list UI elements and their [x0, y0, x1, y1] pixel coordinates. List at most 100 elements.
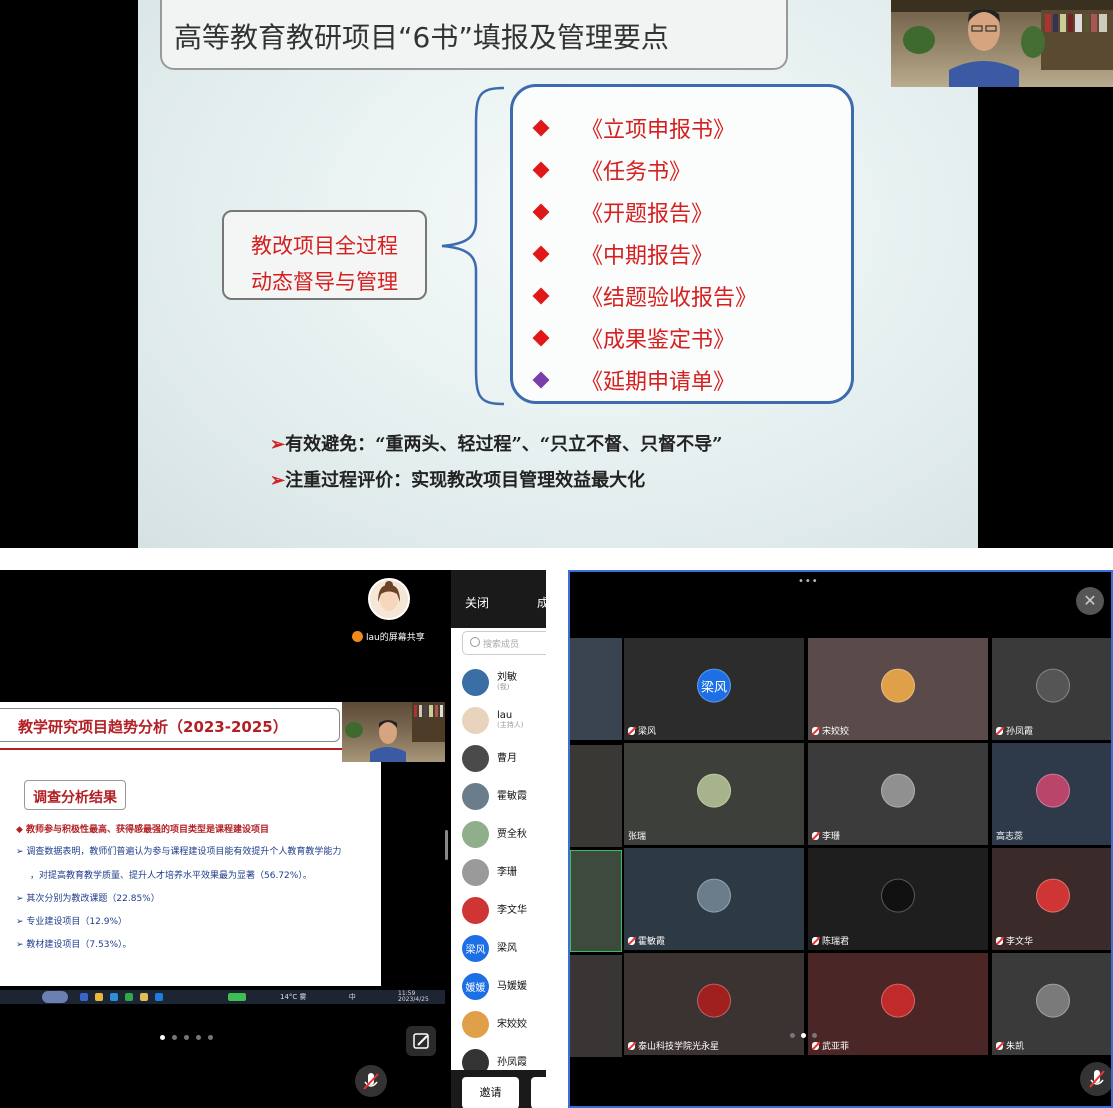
page-dot[interactable]	[160, 1035, 165, 1040]
member-row[interactable]: 贾全秋	[462, 819, 527, 849]
close-members-button[interactable]: 关闭	[465, 594, 489, 611]
participant-tile[interactable]: 李珊	[808, 743, 988, 845]
member-info: lau (主持人)	[497, 710, 523, 730]
participant-name: 高志蕊	[996, 832, 1024, 842]
taskbar-explorer-icon[interactable]	[95, 993, 103, 1001]
shared-line-6: ➢ 教材建设项目（7.53%）。	[16, 940, 132, 950]
participant-name: 泰山科技学院光永星	[638, 1042, 720, 1052]
windows-taskbar: 14°C 雾 中 11:59 2023/4/25	[0, 990, 445, 1004]
participant-tile[interactable]: 孙凤霞	[992, 638, 1111, 740]
partial-tile[interactable]	[570, 955, 622, 1057]
partial-tile[interactable]	[570, 850, 622, 952]
taskbar-language[interactable]: 中	[349, 993, 356, 1001]
more-button[interactable]	[531, 1077, 546, 1108]
participant-label: 朱凯	[996, 1039, 1024, 1052]
process-box: 教改项目全过程 动态督导与管理	[222, 210, 427, 300]
mute-button[interactable]	[1080, 1062, 1111, 1096]
participant-tile[interactable]: 李文华	[992, 848, 1111, 950]
sharer-avatar[interactable]	[368, 578, 410, 620]
page-dot[interactable]	[196, 1035, 201, 1040]
participant-label: 陈瑞君	[812, 934, 849, 947]
mic-muted-icon	[996, 726, 1003, 735]
diamond-bullet-icon	[532, 287, 550, 305]
page-dot[interactable]	[184, 1035, 189, 1040]
bullet-avoid-text: 有效避免：“重两头、轻过程”、“只立不督、只督不导”	[285, 434, 723, 455]
member-name: 刘敏	[497, 672, 517, 683]
participant-tile[interactable]: 张瑞	[624, 743, 804, 845]
member-row[interactable]: 梁风 梁风	[462, 933, 517, 963]
member-role: (我)	[497, 683, 510, 691]
document-item: 《延期申请单》	[532, 365, 735, 395]
member-row[interactable]: 刘敏 (我)	[462, 667, 517, 697]
members-tab[interactable]: 成	[537, 594, 546, 611]
document-item: 《立项申报书》	[532, 113, 735, 143]
drag-handle-icon[interactable]: •••	[798, 576, 819, 587]
document-item: 《结题验收报告》	[532, 281, 757, 311]
diamond-bullet-icon	[532, 329, 550, 347]
shared-line-4: ➢ 其次分别为教改课题（22.85%）	[16, 894, 160, 904]
slide-title-box: 高等教育教研项目“6书”填报及管理要点	[160, 0, 788, 70]
participant-tile[interactable]: 高志蕊	[992, 743, 1111, 845]
process-box-line-1: 教改项目全过程	[251, 234, 398, 258]
member-name: 曹月	[497, 752, 517, 764]
shared-line-5: ➢ 专业建设项目（12.9%）	[16, 917, 127, 927]
member-row[interactable]: 媛媛 马媛媛	[462, 971, 527, 1001]
taskbar-app-icon[interactable]	[140, 993, 148, 1001]
page-dot[interactable]	[208, 1035, 213, 1040]
participant-avatar	[1035, 668, 1070, 703]
page-dot[interactable]	[801, 1033, 806, 1038]
panel-resize-handle[interactable]	[445, 830, 448, 860]
members-panel-footer: 邀请	[451, 1070, 546, 1108]
annotate-button[interactable]	[406, 1026, 436, 1056]
member-search-input[interactable]: 搜索成员	[462, 631, 546, 655]
participant-tile[interactable]: 泰山科技学院光永星	[624, 953, 804, 1055]
diamond-bullet-icon	[532, 161, 550, 179]
participant-tile[interactable]: 梁风 梁风	[624, 638, 804, 740]
member-row[interactable]: lau (主持人)	[462, 705, 523, 735]
member-name: 霍敏霞	[497, 790, 527, 802]
participant-name: 霍敏霞	[638, 937, 666, 947]
page-dot[interactable]	[812, 1033, 817, 1038]
participant-tile[interactable]: 朱凯	[992, 953, 1111, 1055]
page-indicator[interactable]	[160, 1035, 213, 1040]
participant-tile[interactable]: 武亚菲	[808, 953, 988, 1055]
participant-name: 宋姣姣	[822, 727, 850, 737]
mic-muted-icon	[628, 726, 635, 735]
taskbar-wechat-icon[interactable]	[125, 993, 133, 1001]
participant-label: 孙凤霞	[996, 724, 1033, 737]
diamond-bullet-icon	[532, 119, 550, 137]
title-divider	[0, 748, 345, 750]
member-row[interactable]: 曹月	[462, 743, 517, 773]
taskbar-task-view-icon[interactable]	[80, 993, 88, 1001]
close-gallery-button[interactable]: ✕	[1076, 587, 1104, 615]
search-icon	[470, 637, 480, 647]
taskbar-weather: 14°C 雾	[280, 993, 307, 1001]
participant-avatar	[697, 983, 731, 1018]
bullet-avoid: ➢有效避免：“重两头、轻过程”、“只立不督、只督不导”	[270, 434, 723, 455]
member-row[interactable]: 李文华	[462, 895, 527, 925]
page-dot[interactable]	[172, 1035, 177, 1040]
page-dot[interactable]	[790, 1033, 795, 1038]
partial-tile[interactable]	[570, 745, 622, 847]
invite-button[interactable]: 邀请	[462, 1077, 519, 1108]
member-info: 梁风	[497, 943, 517, 954]
participant-tile[interactable]: 宋姣姣	[808, 638, 988, 740]
member-row[interactable]: 宋姣姣	[462, 1009, 527, 1039]
shared-slide: 教学研究项目趋势分析（2023-2025） 调查分析结果 ◆ 教师参与积极性最高…	[0, 702, 381, 986]
member-row[interactable]: 霍敏霞	[462, 781, 527, 811]
partial-tile[interactable]	[570, 638, 622, 740]
screen-share-label: lau的屏幕共享	[352, 630, 425, 643]
participant-name: 陈瑞君	[822, 937, 850, 947]
participant-name: 武亚菲	[822, 1042, 850, 1052]
participant-tile[interactable]: 霍敏霞	[624, 848, 804, 950]
taskbar-meeting-icon[interactable]	[155, 993, 163, 1001]
taskbar-search-icon[interactable]	[42, 991, 68, 1003]
mute-button[interactable]	[355, 1065, 387, 1097]
participant-label: 泰山科技学院光永星	[628, 1039, 719, 1052]
gallery-page-indicator[interactable]	[790, 1033, 817, 1038]
taskbar-edge-icon[interactable]	[110, 993, 118, 1001]
taskbar-clock: 11:59 2023/4/25	[398, 991, 429, 1003]
mic-muted-icon	[996, 936, 1003, 945]
member-row[interactable]: 李珊	[462, 857, 517, 887]
participant-tile[interactable]: 陈瑞君	[808, 848, 988, 950]
